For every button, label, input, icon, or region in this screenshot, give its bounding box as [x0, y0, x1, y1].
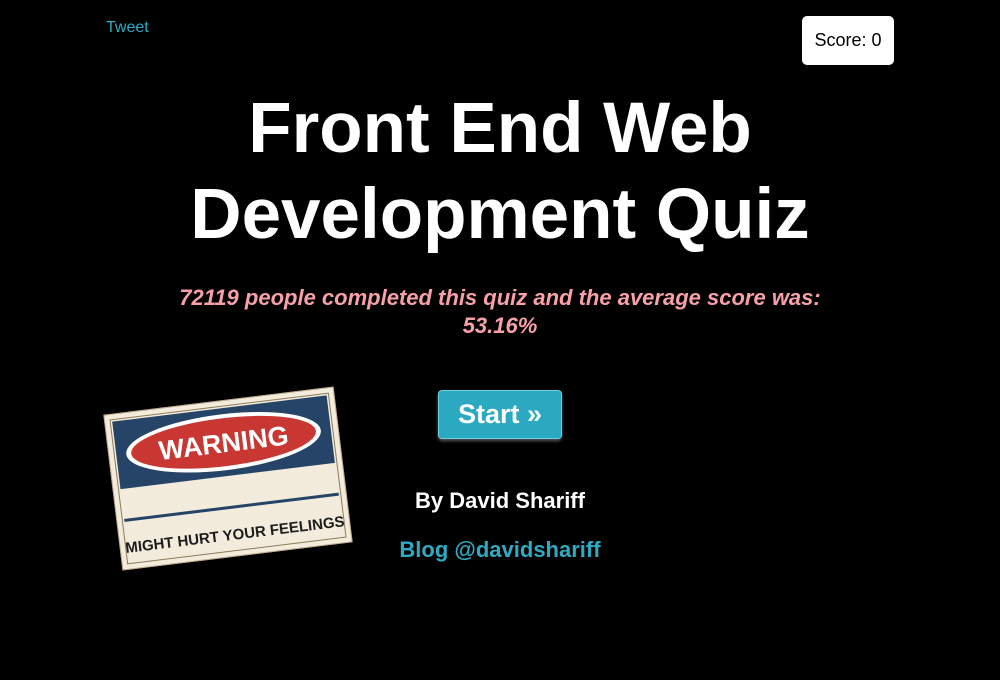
title-line-1: Front End Web [248, 89, 752, 168]
score-badge: Score: 0 [802, 16, 894, 65]
author-credit: By David Shariff [415, 488, 585, 513]
quiz-landing-page: Tweet Score: 0 Front End Web Development… [0, 0, 1000, 680]
average-score: 53.16% [462, 313, 538, 338]
stats-line-1: 72119 people completed this quiz and the… [179, 285, 821, 310]
title-line-2: Development Quiz [190, 175, 810, 254]
tweet-link[interactable]: Tweet [106, 19, 149, 37]
start-button[interactable]: Start » [438, 390, 562, 439]
quiz-stats: 72119 people completed this quiz and the… [0, 284, 1000, 340]
blog-link[interactable]: Blog @davidshariff [399, 537, 600, 562]
blog-link-row: Blog @davidshariff [0, 537, 1000, 563]
page-title: Front End Web Development Quiz [0, 86, 1000, 258]
